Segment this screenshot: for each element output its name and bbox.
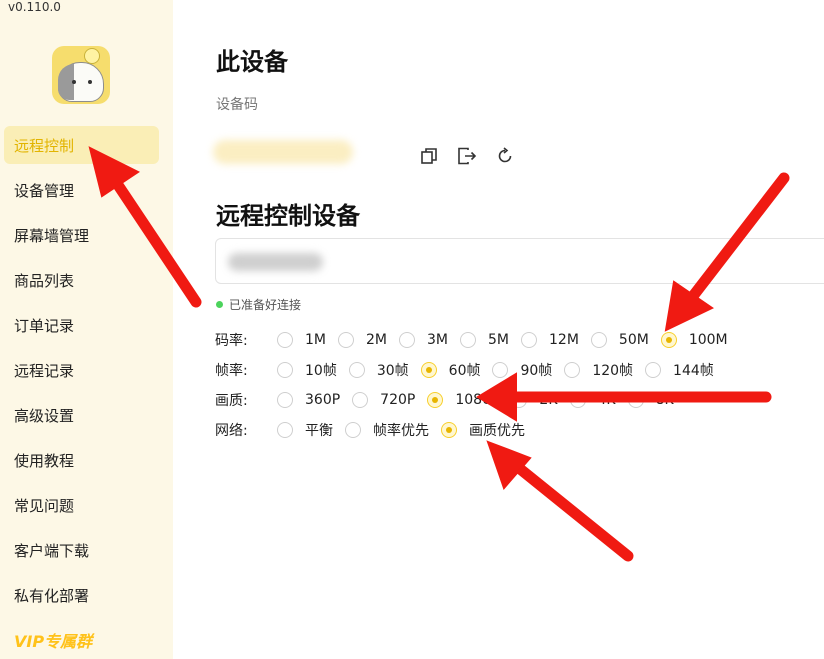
copy-icon[interactable] [418, 145, 440, 167]
radio-icon [569, 392, 586, 408]
framerate-option-90[interactable]: 90帧 [492, 360, 552, 380]
remote-control-title: 远程控制设备 [216, 202, 360, 230]
sidebar-item-advanced-settings[interactable]: 高级设置 [0, 396, 173, 441]
sidebar-item-orders[interactable]: 订单记录 [0, 306, 173, 351]
bitrate-option-1m[interactable]: 1M [277, 332, 326, 348]
logout-icon[interactable] [456, 145, 478, 167]
sidebar-item-remote-history[interactable]: 远程记录 [0, 351, 173, 396]
radio-icon [277, 362, 293, 378]
vip-group-link[interactable]: VIP专属群 [14, 628, 92, 652]
network-option-quality-first[interactable]: 画质优先 [441, 420, 525, 440]
status-text: 已准备好连接 [229, 298, 302, 312]
framerate-option-10[interactable]: 10帧 [277, 360, 337, 380]
radio-selected-icon [427, 392, 444, 408]
version-label: v0.110.0 [8, 0, 61, 14]
sidebar-item-private-deploy[interactable]: 私有化部署 [0, 576, 173, 621]
avatar[interactable] [52, 46, 110, 104]
bitrate-row: 码率: 1M 2M 3M 5M 12M 50M 100M [215, 329, 740, 351]
sidebar-nav: 远程控制 设备管理 屏幕墙管理 商品列表 订单记录 远程记录 高级设置 使用教程… [0, 126, 173, 621]
connection-status: 已准备好连接 [216, 296, 301, 313]
sidebar-item-label: 商品列表 [14, 272, 75, 290]
sidebar-item-client-download[interactable]: 客户端下载 [0, 531, 173, 576]
sidebar-item-label: 设备管理 [14, 182, 75, 200]
radio-icon [277, 332, 293, 348]
sidebar-item-products[interactable]: 商品列表 [0, 261, 173, 306]
sidebar: v0.110.0 远程控制 设备管理 屏幕墙管理 商品列表 订单记录 远程记录 … [0, 0, 173, 659]
sidebar-item-label: 远程控制 [14, 137, 75, 155]
network-label: 网络: [215, 423, 248, 439]
network-row: 网络: 平衡 帧率优先 画质优先 [215, 419, 537, 441]
sidebar-item-label: 远程记录 [14, 362, 75, 380]
bitrate-option-100m[interactable]: 100M [660, 332, 728, 348]
sidebar-item-remote-control[interactable]: 远程控制 [0, 126, 173, 171]
quality-option-4k[interactable]: 4K [569, 392, 616, 408]
remote-device-code-input[interactable] [215, 238, 824, 284]
framerate-label: 帧率: [215, 363, 248, 379]
radio-icon [492, 362, 509, 378]
bitrate-option-12m[interactable]: 12M [521, 332, 579, 348]
radio-icon [590, 332, 607, 348]
radio-icon [645, 362, 662, 378]
sidebar-item-label: 客户端下载 [14, 542, 90, 560]
framerate-option-30[interactable]: 30帧 [348, 360, 409, 380]
framerate-option-120[interactable]: 120帧 [564, 360, 633, 380]
sidebar-item-label: 订单记录 [14, 317, 75, 335]
radio-icon [277, 422, 293, 438]
refresh-icon[interactable] [494, 145, 516, 167]
sidebar-item-label: 私有化部署 [14, 587, 90, 605]
sidebar-item-label: 高级设置 [14, 407, 75, 425]
network-option-balanced[interactable]: 平衡 [277, 420, 333, 440]
status-dot-icon [216, 301, 223, 308]
radio-icon [627, 392, 644, 408]
bitrate-label: 码率: [215, 333, 248, 349]
network-option-framerate-first[interactable]: 帧率优先 [345, 420, 429, 440]
device-code-label: 设备码 [216, 97, 258, 113]
bitrate-option-5m[interactable]: 5M [460, 332, 509, 348]
device-input-value-redacted [228, 253, 323, 271]
sidebar-item-label: 使用教程 [14, 452, 75, 470]
sidebar-item-label: 常见问题 [14, 497, 75, 515]
radio-selected-icon [420, 362, 437, 378]
framerate-row: 帧率: 10帧 30帧 60帧 90帧 120帧 144帧 [215, 359, 726, 381]
radio-icon [338, 332, 354, 348]
radio-icon [345, 422, 361, 438]
radio-icon [511, 392, 528, 408]
quality-row: 画质: 360P 720P 1080P 2K 4K 8K [215, 389, 686, 411]
radio-icon [399, 332, 415, 348]
bitrate-option-2m[interactable]: 2M [338, 332, 387, 348]
radio-icon [348, 362, 365, 378]
radio-selected-icon [660, 332, 677, 348]
bitrate-option-50m[interactable]: 50M [590, 332, 649, 348]
quality-label: 画质: [215, 393, 248, 409]
device-code-value-redacted [213, 140, 353, 164]
framerate-option-144[interactable]: 144帧 [645, 360, 714, 380]
bitrate-option-3m[interactable]: 3M [399, 332, 448, 348]
main-content: 此设备 设备码 远程控制设备 已准备好连接 码率: 1M 2M 3M 5M 12… [173, 0, 824, 659]
quality-option-1080p[interactable]: 1080P [427, 392, 499, 408]
quality-option-2k[interactable]: 2K [511, 392, 558, 408]
radio-selected-icon [441, 422, 457, 438]
this-device-title: 此设备 [216, 48, 288, 76]
radio-icon [521, 332, 537, 348]
radio-icon [460, 332, 476, 348]
device-code-actions [418, 145, 516, 167]
sidebar-item-device-management[interactable]: 设备管理 [0, 171, 173, 216]
radio-icon [277, 392, 293, 408]
radio-icon [564, 362, 581, 378]
sidebar-item-label: 屏幕墙管理 [14, 227, 90, 245]
quality-option-720p[interactable]: 720P [352, 392, 415, 408]
sidebar-item-screen-wall[interactable]: 屏幕墙管理 [0, 216, 173, 261]
sidebar-item-faq[interactable]: 常见问题 [0, 486, 173, 531]
sidebar-item-tutorial[interactable]: 使用教程 [0, 441, 173, 486]
quality-option-8k[interactable]: 8K [627, 392, 674, 408]
radio-icon [352, 392, 369, 408]
quality-option-360p[interactable]: 360P [277, 392, 340, 408]
framerate-option-60[interactable]: 60帧 [420, 360, 480, 380]
